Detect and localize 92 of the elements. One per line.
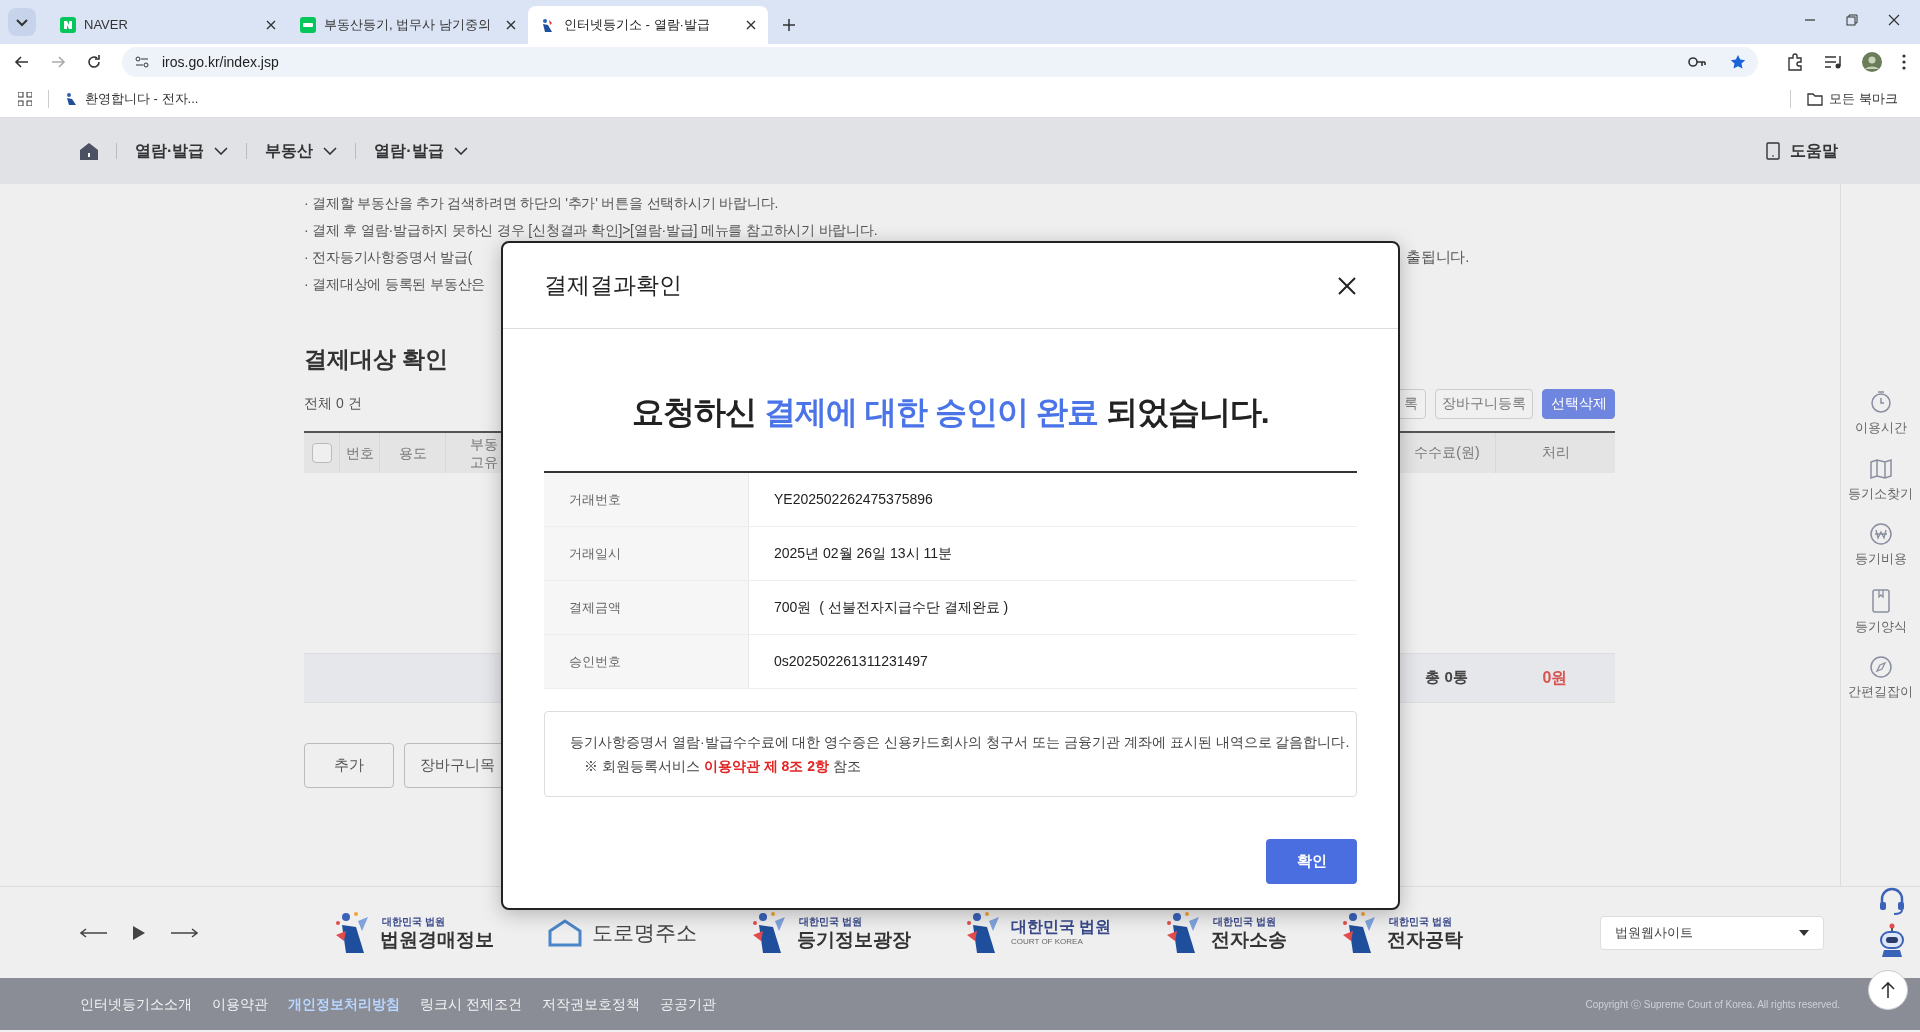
- court-logo-icon: [65, 91, 79, 106]
- folder-icon: [1807, 91, 1824, 106]
- quick-menu-item[interactable]: 간편길잡이: [1848, 656, 1913, 702]
- close-icon[interactable]: [1888, 14, 1900, 26]
- browser-tab[interactable]: 부동산등기, 법무사 남기중의: [288, 6, 528, 44]
- new-tab-icon[interactable]: [782, 18, 796, 32]
- chevron-down-icon: [323, 147, 338, 155]
- profile-avatar-icon[interactable]: [1862, 52, 1882, 72]
- bookmark-link[interactable]: 환영합니다 - 전자...: [65, 88, 199, 109]
- house-outline-icon: [548, 918, 582, 947]
- tab-list-icon[interactable]: [8, 8, 36, 36]
- notice-text: 출됩니다.: [1406, 247, 1470, 268]
- section-heading: 결제대상 확인: [304, 345, 450, 374]
- row-value: 0s202502261311231497: [773, 652, 929, 671]
- close-icon[interactable]: [266, 20, 276, 30]
- help-button[interactable]: 도움말: [1766, 139, 1838, 163]
- browser-tab[interactable]: 인터넷등기소 - 열람·발급: [528, 6, 768, 44]
- row-value: YE202502262475375896: [773, 490, 934, 509]
- naver-icon: [60, 17, 76, 33]
- browser-tab[interactable]: NAVER: [48, 6, 288, 44]
- notice-text: · 결제 후 열람·발급하지 못하신 경우 [신청결과 확인]>[열람·발급] 메뉴를 참고하시기 바랍니다.: [304, 221, 878, 240]
- column-header: 고유: [470, 452, 498, 471]
- close-icon: [1338, 276, 1356, 295]
- quick-menu-item[interactable]: 등기양식: [1854, 588, 1907, 636]
- previous-arrow-icon[interactable]: [80, 927, 108, 938]
- column-header: 번호: [345, 443, 374, 462]
- quick-menu-item[interactable]: 등기소찾기: [1848, 457, 1913, 503]
- scroll-top-button[interactable]: [1868, 970, 1908, 1010]
- extensions-icon[interactable]: [1786, 53, 1804, 71]
- row-label: 결제금액: [544, 581, 749, 634]
- confirm-button[interactable]: 확인: [1266, 839, 1357, 884]
- quick-menu-item[interactable]: 등기비용: [1854, 523, 1907, 569]
- headset-icon[interactable]: [1878, 887, 1906, 915]
- toolbar-button[interactable]: 장바구니등록: [1435, 388, 1533, 419]
- row-value: 2025년 02월 26일 13시 11분: [773, 544, 953, 563]
- column-header: 부동: [470, 434, 498, 453]
- partner-logo-link[interactable]: 대한민국 법원 전자소송: [1165, 910, 1288, 955]
- total-count: 총 0통: [1424, 667, 1469, 688]
- row-label: 거래번호: [544, 473, 749, 526]
- restore-icon[interactable]: [1846, 14, 1858, 26]
- total-fee: 0원: [1541, 667, 1569, 688]
- partner-logo-link[interactable]: 대한민국 법원 등기정보광장: [751, 910, 911, 955]
- map-icon: [1868, 457, 1893, 480]
- dialog-title: 결제결과확인: [544, 271, 682, 301]
- partner-logo-link[interactable]: 대한민국 법원 법원경매정보: [334, 910, 494, 955]
- result-message: 요청하신 결제에 대한 승인이 완료 되었습니다.: [631, 393, 1270, 432]
- quick-menu-item[interactable]: 이용시간: [1854, 390, 1907, 438]
- site-info-icon: [134, 54, 150, 70]
- chevron-down-icon: [453, 147, 468, 155]
- notice-text: · 결제할 부동산을 추가 검색하려면 하단의 '추가' 버튼을 선택하시기 바랍니다.: [304, 194, 779, 213]
- more-icon[interactable]: [1902, 54, 1906, 70]
- column-header: 용도: [398, 443, 427, 462]
- key-icon[interactable]: [1688, 56, 1706, 68]
- document-icon: [1870, 588, 1891, 613]
- row-label: 거래일시: [544, 527, 749, 580]
- nav-menu-item[interactable]: 열람·발급: [374, 139, 468, 163]
- play-icon[interactable]: [133, 925, 145, 940]
- star-icon[interactable]: [1730, 54, 1746, 70]
- dropdown-caret-icon: [1799, 929, 1809, 936]
- partner-logo-link[interactable]: 대한민국 법원 COURT OF KOREA: [965, 910, 1112, 955]
- clock-icon: [1869, 390, 1892, 414]
- home-icon[interactable]: [80, 142, 98, 160]
- next-arrow-icon[interactable]: [170, 927, 198, 938]
- notice-text: ※ 회원등록서비스 이용약관 제 8조 2항 참조: [583, 757, 862, 776]
- close-icon[interactable]: [506, 20, 516, 30]
- nav-menu-item[interactable]: 열람·발급: [135, 139, 229, 163]
- nav-menu-item[interactable]: 부동산: [265, 139, 338, 163]
- row-value: 700원 ( 선불전자지급수단 결제완료 ): [773, 598, 1010, 617]
- copyright-text: Copyright ⓒ Supreme Court of Korea. All rights reserved.: [1585, 997, 1840, 1012]
- row-label: 승인번호: [544, 635, 749, 688]
- won-coin-icon: [1869, 523, 1892, 545]
- column-header: 처리: [1495, 432, 1615, 473]
- select-all-checkbox[interactable]: [311, 442, 332, 463]
- notice-text: · 결제대상에 등록된 부동산은: [304, 275, 486, 294]
- close-button[interactable]: [1337, 275, 1357, 296]
- arrow-up-icon: [1880, 981, 1896, 999]
- media-icon[interactable]: [1824, 54, 1842, 70]
- chevron-down-icon: [214, 147, 229, 155]
- action-button[interactable]: 추가: [304, 742, 394, 788]
- back-icon[interactable]: [14, 54, 30, 70]
- notice-text: 등기사항증명서 열람·발급수수료에 대한 영수증은 신용카드회사의 청구서 또는 금융기관 계좌에 표시된 내역으로 갈음합니다.: [570, 733, 1351, 752]
- reload-icon[interactable]: [86, 54, 102, 70]
- close-icon[interactable]: [746, 20, 756, 30]
- count-text: 전체 0 건: [304, 394, 362, 413]
- compass-icon: [1869, 656, 1892, 678]
- apps-icon[interactable]: [18, 91, 32, 106]
- site-select[interactable]: 법원웹사이트: [1600, 915, 1824, 950]
- partner-logo-link[interactable]: 도로명주소: [548, 916, 697, 949]
- address-bar[interactable]: iros.go.kr/index.jsp: [122, 47, 1758, 77]
- all-bookmarks-button[interactable]: 모든 북마크: [1807, 88, 1898, 109]
- partner-logo-link[interactable]: 대한민국 법원 전자공탁: [1341, 910, 1464, 955]
- notice-text: · 전자등기사항증명서 발급(: [304, 248, 473, 267]
